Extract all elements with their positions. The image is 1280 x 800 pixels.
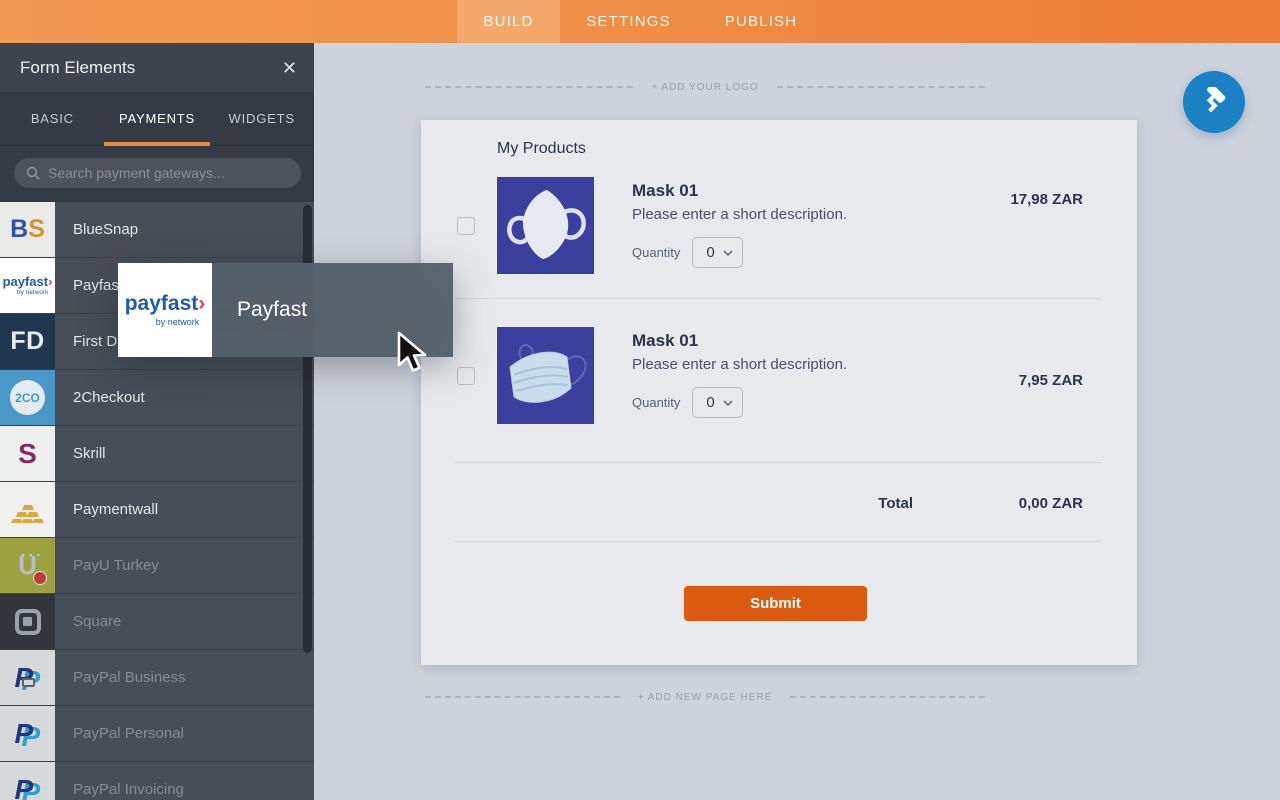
bluesnap-icon: BS: [0, 202, 55, 257]
chevron-down-icon: [723, 250, 733, 256]
form-elements-panel: Form Elements ✕ BASIC PAYMENTS WIDGETS B…: [0, 43, 314, 800]
add-logo-area[interactable]: + ADD YOUR LOGO: [425, 79, 985, 95]
divider: [455, 462, 1101, 463]
turkey-flag-icon: [33, 571, 47, 585]
total-value: 0,00 ZAR: [1019, 495, 1083, 512]
divider: [455, 298, 1101, 299]
paypal-invoicing-icon: P P: [0, 762, 55, 800]
divider: [455, 541, 1101, 542]
skrill-icon: S: [0, 426, 55, 481]
gold-bars-icon: [11, 497, 45, 523]
first-data-icon: FD: [0, 314, 55, 369]
product-price: 7,95 ZAR: [1019, 372, 1083, 389]
gateway-item-paypal-personal[interactable]: P P PayPal Personal: [0, 706, 314, 762]
submit-button[interactable]: Submit: [684, 586, 867, 621]
payfast-icon: payfast› by network: [0, 258, 55, 313]
product-image-surgical-mask: [497, 327, 594, 424]
paypal-personal-icon: P P: [0, 706, 55, 761]
gateway-item-2checkout[interactable]: 2CO 2Checkout: [0, 370, 314, 426]
tab-publish[interactable]: PUBLISH: [697, 0, 825, 43]
tab-payments[interactable]: PAYMENTS: [105, 92, 210, 145]
search-icon: [26, 166, 40, 180]
kn95-mask-icon: [497, 177, 594, 274]
quantity-row: Quantity 0: [632, 387, 743, 418]
tab-basic[interactable]: BASIC: [0, 92, 105, 145]
search-box[interactable]: [14, 158, 301, 188]
tab-widgets[interactable]: WIDGETS: [209, 92, 314, 145]
credit-card-icon: [22, 678, 35, 687]
product-description: Please enter a short description.: [632, 356, 847, 373]
product-description: Please enter a short description.: [632, 206, 847, 223]
gateway-item-paymentwall[interactable]: Paymentwall: [0, 482, 314, 538]
2checkout-icon: 2CO: [0, 370, 55, 425]
paymentwall-icon: [0, 482, 55, 537]
dashed-line: [425, 86, 633, 88]
panel-header: Form Elements ✕: [0, 43, 314, 92]
drag-ghost-payfast: payfast› by network Payfast: [118, 263, 453, 357]
chevron-down-icon: [723, 400, 733, 406]
product-image-kn95-mask: [497, 177, 594, 274]
gateway-item-paypal-invoicing[interactable]: P P PayPal Invoicing: [0, 762, 314, 800]
gateway-item-square[interactable]: Square: [0, 594, 314, 650]
form-card: My Products Mask 01 Please enter a short…: [421, 120, 1137, 665]
payu-icon: U • • •: [0, 538, 55, 593]
tab-build[interactable]: BUILD: [457, 0, 560, 43]
close-icon[interactable]: ✕: [282, 59, 297, 77]
quantity-label: Quantity: [632, 395, 680, 410]
add-logo-label: + ADD YOUR LOGO: [651, 82, 758, 93]
add-page-label: + ADD NEW PAGE HERE: [638, 692, 773, 703]
form-builder-window: BUILD SETTINGS PUBLISH + ADD YOUR LOGO M…: [0, 0, 1280, 800]
payfast-logo: payfast› by network: [118, 263, 212, 357]
dashed-line: [425, 696, 620, 698]
dashed-line: [790, 696, 985, 698]
search-zone: [0, 146, 314, 202]
product-checkbox[interactable]: [457, 217, 475, 235]
product-name: Mask 01: [632, 181, 698, 201]
product-name: Mask 01: [632, 331, 698, 351]
top-navigation-bar: BUILD SETTINGS PUBLISH: [0, 0, 1280, 43]
quantity-row: Quantity 0: [632, 237, 743, 268]
tab-settings[interactable]: SETTINGS: [560, 0, 697, 43]
form-canvas: + ADD YOUR LOGO My Products Mask 01 Plea…: [315, 43, 1280, 800]
search-input[interactable]: [48, 165, 289, 181]
surgical-mask-icon: [497, 327, 594, 424]
form-designer-button[interactable]: [1183, 71, 1245, 133]
gateway-item-payu-turkey[interactable]: U • • • PayU Turkey: [0, 538, 314, 594]
product-checkbox[interactable]: [457, 367, 475, 385]
gateway-item-paypal-business[interactable]: P P PayPal Business: [0, 650, 314, 706]
quantity-select[interactable]: 0: [692, 237, 743, 268]
dashed-line: [777, 86, 985, 88]
top-tabs: BUILD SETTINGS PUBLISH: [457, 0, 825, 43]
product-price: 17,98 ZAR: [1010, 191, 1083, 208]
quantity-label: Quantity: [632, 245, 680, 260]
products-heading: My Products: [497, 140, 586, 158]
panel-title: Form Elements: [20, 58, 135, 78]
gateway-item-skrill[interactable]: S Skrill: [0, 426, 314, 482]
quantity-select[interactable]: 0: [692, 387, 743, 418]
paint-roller-icon: [1199, 87, 1229, 117]
panel-tabs: BASIC PAYMENTS WIDGETS: [0, 92, 314, 146]
paypal-business-icon: P P: [0, 650, 55, 705]
square-icon: [0, 594, 55, 649]
total-label: Total: [878, 495, 913, 512]
drag-ghost-label: Payfast: [212, 263, 453, 357]
gateway-item-bluesnap[interactable]: BS BlueSnap: [0, 202, 314, 258]
add-page-area[interactable]: + ADD NEW PAGE HERE: [425, 689, 985, 705]
